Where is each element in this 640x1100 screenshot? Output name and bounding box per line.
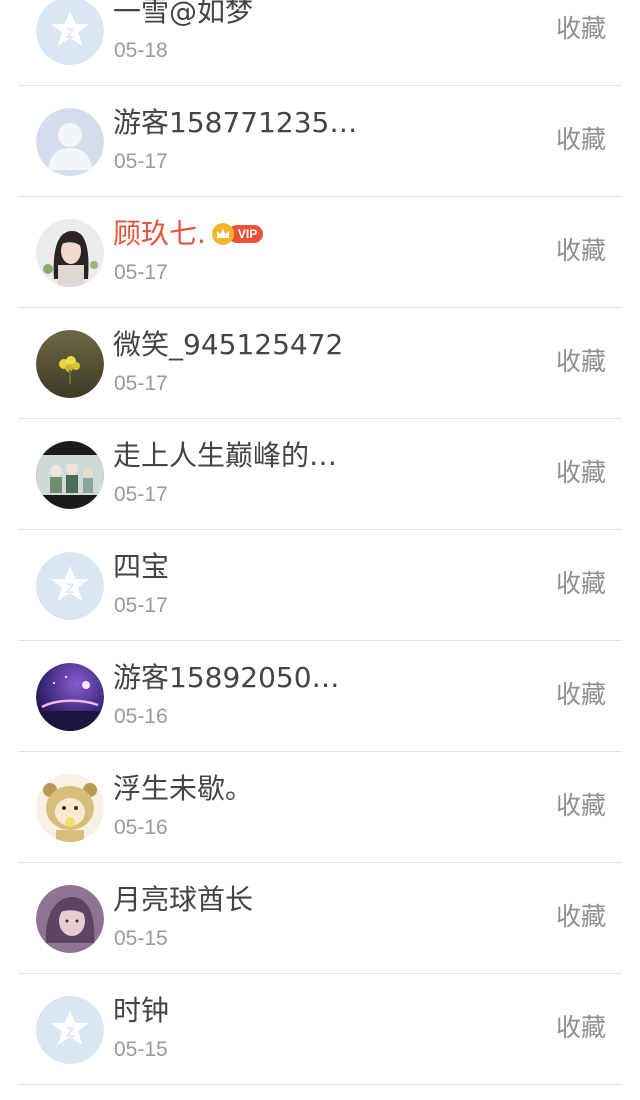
cartoon-bear-avatar[interactable] <box>36 774 104 842</box>
photo-group-avatar[interactable] <box>36 441 104 509</box>
list-item[interactable]: 月亮球酋长 05-15 收藏 <box>0 863 640 974</box>
user-name: 顾玖七. <box>113 217 206 250</box>
item-date: 05-17 <box>114 594 168 617</box>
list-item[interactable]: 游客158771235… 05-17 收藏 <box>0 86 640 197</box>
svg-text:Z: Z <box>66 25 75 41</box>
favorite-button[interactable]: 收藏 <box>556 566 606 602</box>
svg-text:Z: Z <box>66 1024 75 1040</box>
item-date: 05-18 <box>114 39 168 62</box>
anime-purple-avatar[interactable] <box>36 885 104 953</box>
user-name: 游客158771235… <box>113 106 358 139</box>
item-date: 05-16 <box>114 816 168 839</box>
list-item[interactable]: Z 一雪@如梦 05-18 收藏 <box>0 0 640 86</box>
item-date: 05-17 <box>114 372 168 395</box>
default-qzone-avatar[interactable]: Z <box>36 552 104 620</box>
user-name: 微笑_945125472 <box>113 328 344 361</box>
item-date: 05-17 <box>114 261 168 284</box>
item-date: 05-15 <box>114 927 168 950</box>
item-date: 05-15 <box>114 1038 168 1061</box>
user-name: 一雪@如梦 <box>113 0 254 28</box>
item-date: 05-17 <box>114 150 168 173</box>
favorite-button[interactable]: 收藏 <box>556 344 606 380</box>
item-date: 05-17 <box>114 483 168 506</box>
default-qzone-avatar[interactable]: Z <box>36 0 104 65</box>
favorite-button[interactable]: 收藏 <box>556 455 606 491</box>
user-name: 月亮球酋长 <box>113 883 254 916</box>
favorite-button[interactable]: 收藏 <box>556 11 606 47</box>
favorite-button[interactable]: 收藏 <box>556 122 606 158</box>
list-item[interactable]: Z 时钟 05-15 收藏 <box>0 974 640 1085</box>
favorite-button[interactable]: 收藏 <box>556 899 606 935</box>
photo-planet-avatar[interactable] <box>36 663 104 731</box>
user-name: 游客15892050… <box>113 661 340 694</box>
divider <box>18 1084 622 1085</box>
user-name: 四宝 <box>113 550 170 583</box>
favorite-button[interactable]: 收藏 <box>556 233 606 269</box>
default-qzone-avatar[interactable]: Z <box>36 996 104 1064</box>
list-item[interactable]: 走上人生巅峰的… 05-17 收藏 <box>0 419 640 530</box>
favorites-list: Z 一雪@如梦 05-18 收藏 游客158771235… 05-17 收藏 顾… <box>0 0 640 1100</box>
default-person-avatar[interactable] <box>36 108 104 176</box>
svg-text:Z: Z <box>66 580 75 596</box>
list-item[interactable]: 顾玖七. VIP 05-17 收藏 <box>0 197 640 308</box>
photo-girl-avatar[interactable] <box>36 219 104 287</box>
list-item[interactable]: Z 四宝 05-17 收藏 <box>0 530 640 641</box>
photo-flower-avatar[interactable] <box>36 330 104 398</box>
list-item[interactable]: 游客15892050… 05-16 收藏 <box>0 641 640 752</box>
crown-icon <box>211 223 234 245</box>
favorite-button[interactable]: 收藏 <box>556 677 606 713</box>
user-name: 浮生未歇。 <box>113 772 254 805</box>
list-item[interactable]: 浮生未歇。 05-16 收藏 <box>0 752 640 863</box>
favorite-button[interactable]: 收藏 <box>556 788 606 824</box>
vip-badge: VIP <box>211 222 264 246</box>
item-date: 05-16 <box>114 705 168 728</box>
favorite-button[interactable]: 收藏 <box>556 1010 606 1046</box>
user-name: 时钟 <box>113 994 170 1027</box>
list-item[interactable]: 微笑_945125472 05-17 收藏 <box>0 308 640 419</box>
user-name: 走上人生巅峰的… <box>113 439 338 472</box>
